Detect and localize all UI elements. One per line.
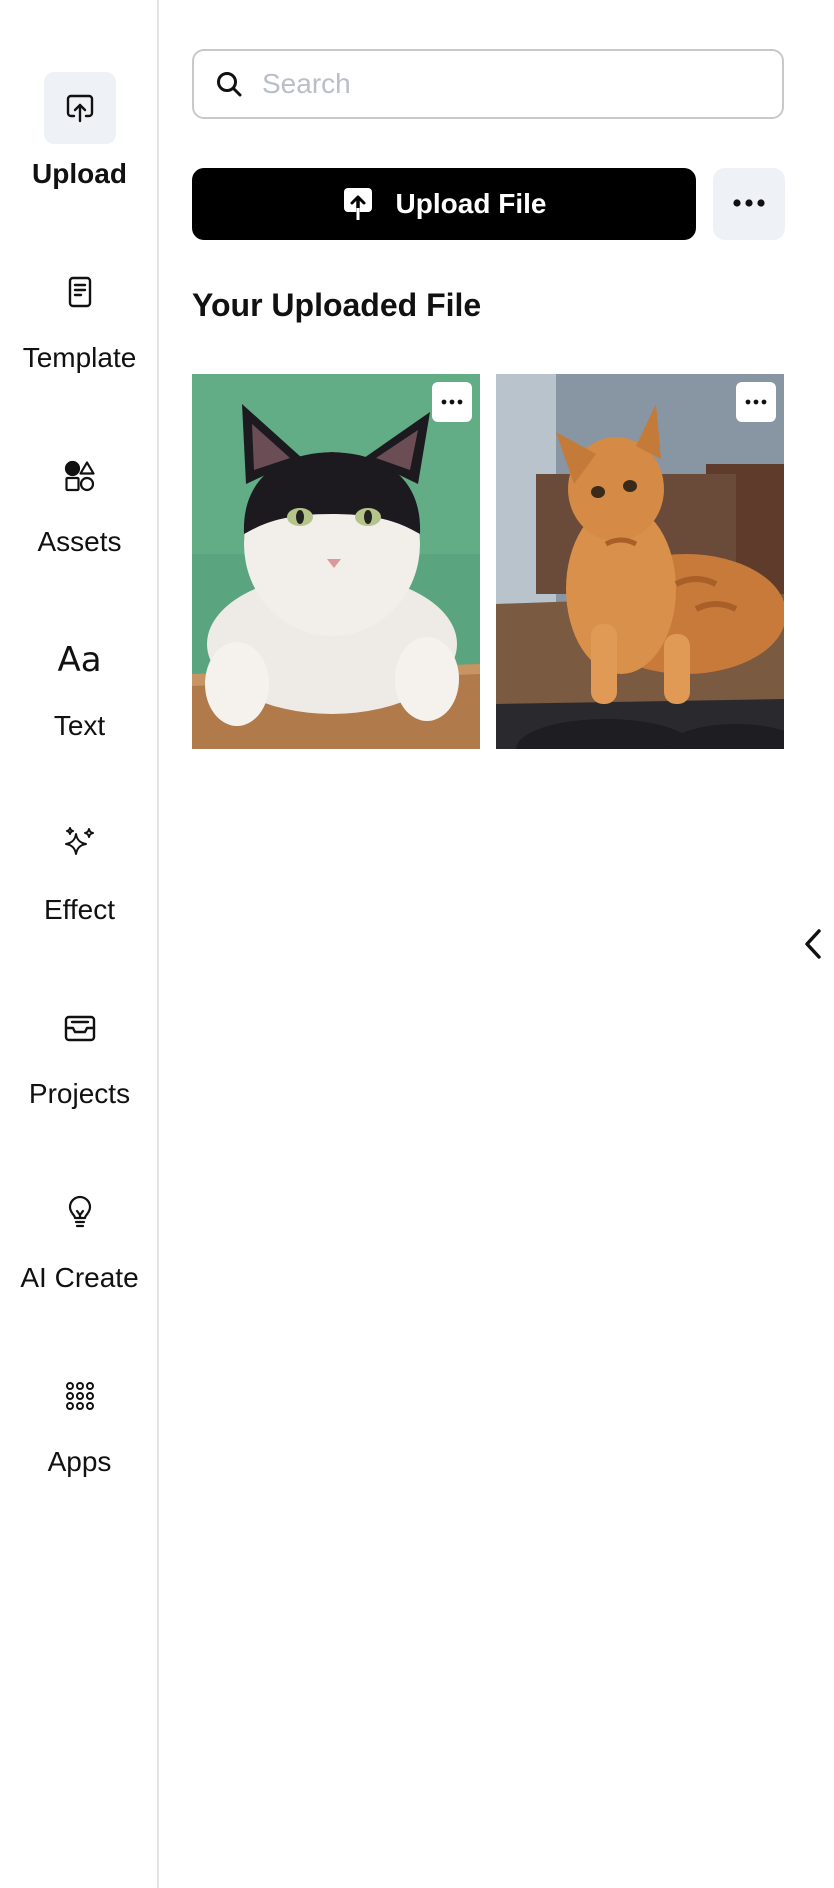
more-horizontal-icon: [732, 195, 766, 213]
file-options-button[interactable]: [736, 382, 776, 422]
more-horizontal-icon: [745, 399, 767, 405]
search-input[interactable]: [260, 67, 764, 101]
upload-icon: [43, 72, 116, 144]
sidebar-item-label: Template: [22, 342, 137, 373]
search-box[interactable]: [192, 49, 784, 119]
collapse-panel-button[interactable]: [796, 924, 830, 964]
cat-photo-1: [192, 374, 480, 749]
upload-file-button[interactable]: Upload File: [192, 168, 696, 240]
section-title: Your Uploaded File: [192, 287, 482, 323]
assets-icon: [44, 440, 116, 512]
sidebar-item-text[interactable]: Aa Text: [0, 624, 159, 742]
sidebar-item-upload[interactable]: Upload: [0, 72, 159, 190]
sidebar-item-label: Effect: [43, 894, 116, 925]
more-options-button[interactable]: [713, 168, 785, 240]
sidebar-item-apps[interactable]: Apps: [0, 1360, 159, 1478]
uploaded-file-thumbnail[interactable]: [496, 374, 784, 749]
upload-file-label: Upload File: [395, 188, 547, 219]
upload-icon: [342, 187, 374, 221]
chevron-left-icon: [805, 929, 821, 959]
more-horizontal-icon: [441, 399, 463, 405]
sidebar-item-label: Apps: [47, 1446, 112, 1477]
search-icon: [212, 67, 246, 101]
text-icon: Aa: [57, 640, 102, 680]
file-options-button[interactable]: [432, 382, 472, 422]
grid-dots-icon: [44, 1360, 116, 1432]
sidebar-item-label: Assets: [37, 526, 122, 557]
template-icon: [44, 256, 116, 328]
sidebar-item-assets[interactable]: Assets: [0, 440, 159, 558]
sidebar-item-ai-create[interactable]: AI Create: [0, 1176, 159, 1294]
uploaded-file-thumbnail[interactable]: [192, 374, 480, 749]
sidebar-item-template[interactable]: Template: [0, 256, 159, 374]
inbox-icon: [44, 992, 116, 1064]
cat-photo-2: [496, 374, 784, 749]
sparkles-icon: [44, 808, 116, 880]
sidebar-item-label: AI Create: [20, 1262, 139, 1293]
sidebar-item-effect[interactable]: Effect: [0, 808, 159, 926]
app: Upload Template Assets Aa Text Effect Pr…: [0, 0, 834, 1888]
sidebar-item-label: Projects: [28, 1078, 131, 1109]
sidebar-item-label: Upload: [32, 158, 127, 189]
sidebar-item-projects[interactable]: Projects: [0, 992, 159, 1110]
sidebar-item-label: Text: [53, 710, 106, 741]
sidebar: Upload Template Assets Aa Text Effect Pr…: [0, 0, 159, 1888]
lightbulb-icon: [44, 1176, 116, 1248]
